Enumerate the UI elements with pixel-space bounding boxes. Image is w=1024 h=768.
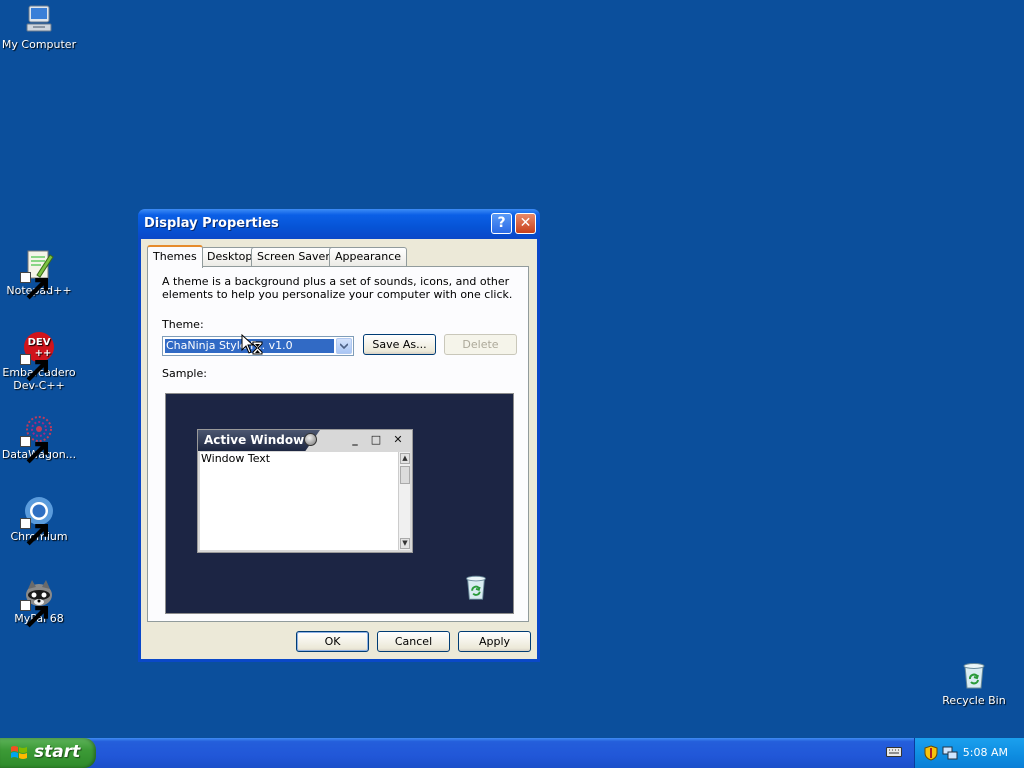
devcpp-icon: DEV ++ <box>20 331 55 382</box>
close-button[interactable]: ✕ <box>515 213 536 234</box>
title-bar[interactable]: Display Properties ? ✕ <box>138 209 540 239</box>
sample-window-title: Active Window <box>204 433 305 447</box>
save-as-button[interactable]: Save As... <box>363 334 436 355</box>
sample-close-icon: ✕ <box>393 433 403 446</box>
keyboard-icon[interactable] <box>886 745 902 759</box>
sample-recycle-bin-icon <box>461 572 491 602</box>
shortcut-arrow-icon <box>20 600 49 628</box>
desktop-icon-label: Recycle Bin <box>942 694 1006 707</box>
sample-label: Sample: <box>162 367 207 380</box>
desktop-icon-mypal[interactable]: MyPal 68 <box>0 577 78 628</box>
help-button[interactable]: ? <box>491 213 512 234</box>
sample-scrollbar: ▲ ▼ <box>398 452 410 550</box>
security-shield-icon[interactable] <box>924 745 938 761</box>
network-icon[interactable] <box>942 745 958 761</box>
ok-button[interactable]: OK <box>296 631 369 652</box>
taskbar: start 5:08 AM <box>0 738 1024 768</box>
themes-panel: A theme is a background plus a set of so… <box>147 266 529 622</box>
desktop-icon-label: My Computer <box>1 38 77 51</box>
apply-button[interactable]: Apply <box>458 631 531 652</box>
scroll-up-icon: ▲ <box>400 453 410 464</box>
desktop-icon-datawagon[interactable]: DataWagon... <box>0 413 78 464</box>
minimize-icon: _ <box>352 433 358 446</box>
sample-active-window: Active Window _ □ ✕ Window Text ▲ ▼ <box>197 429 413 553</box>
scroll-thumb <box>400 466 410 484</box>
desktop-icon-recycle-bin[interactable]: Recycle Bin <box>935 659 1013 707</box>
desktop-icon-devcpp[interactable]: DEV ++ Embarcadero Dev-C++ <box>0 331 78 392</box>
maximize-icon: □ <box>370 433 382 446</box>
window-body: Themes Desktop Screen Saver Appearance A… <box>141 239 537 659</box>
recycle-bin-icon <box>958 659 990 691</box>
theme-description: A theme is a background plus a set of so… <box>162 275 513 301</box>
busy-cursor-icon <box>241 334 263 355</box>
datawagon-icon <box>20 413 55 464</box>
dropdown-arrow-icon[interactable] <box>336 338 352 354</box>
tab-themes[interactable]: Themes <box>147 245 203 268</box>
display-properties-window: Display Properties ? ✕ Themes Desktop Sc… <box>138 209 540 662</box>
tab-screen-saver[interactable]: Screen Saver <box>251 247 336 266</box>
sample-client-area: Window Text <box>200 452 398 550</box>
start-button[interactable]: start <box>0 738 96 768</box>
shortcut-arrow-icon <box>20 436 49 464</box>
theme-label: Theme: <box>162 318 204 331</box>
desktop-icon-my-computer[interactable]: My Computer <box>0 3 78 51</box>
cancel-button[interactable]: Cancel <box>377 631 450 652</box>
raccoon-icon <box>20 577 55 628</box>
tab-desktop[interactable]: Desktop <box>201 247 259 266</box>
start-label: start <box>34 742 81 762</box>
scroll-down-icon: ▼ <box>400 538 410 549</box>
chromium-icon <box>20 495 55 546</box>
orb-icon <box>304 433 317 446</box>
desktop-icon-chromium[interactable]: Chromium <box>0 495 78 546</box>
computer-icon <box>23 3 55 35</box>
notepadpp-icon <box>20 249 55 300</box>
theme-sample-preview: Active Window _ □ ✕ Window Text ▲ ▼ <box>165 393 514 614</box>
desktop-icon-notepadpp[interactable]: Notepad++ <box>0 249 78 300</box>
shortcut-arrow-icon <box>20 272 49 300</box>
clock[interactable]: 5:08 AM <box>963 746 1008 759</box>
sample-window-text: Window Text <box>201 452 271 465</box>
sample-title-bar: Active Window _ □ ✕ <box>198 430 412 451</box>
tab-appearance[interactable]: Appearance <box>329 247 408 266</box>
shortcut-arrow-icon <box>20 354 49 382</box>
svg-text:DEV: DEV <box>28 337 51 348</box>
window-title: Display Properties <box>144 216 279 231</box>
system-tray: 5:08 AM <box>914 738 1024 768</box>
windows-flag-icon <box>11 746 27 759</box>
shortcut-arrow-icon <box>20 518 49 546</box>
delete-button[interactable]: Delete <box>444 334 517 355</box>
